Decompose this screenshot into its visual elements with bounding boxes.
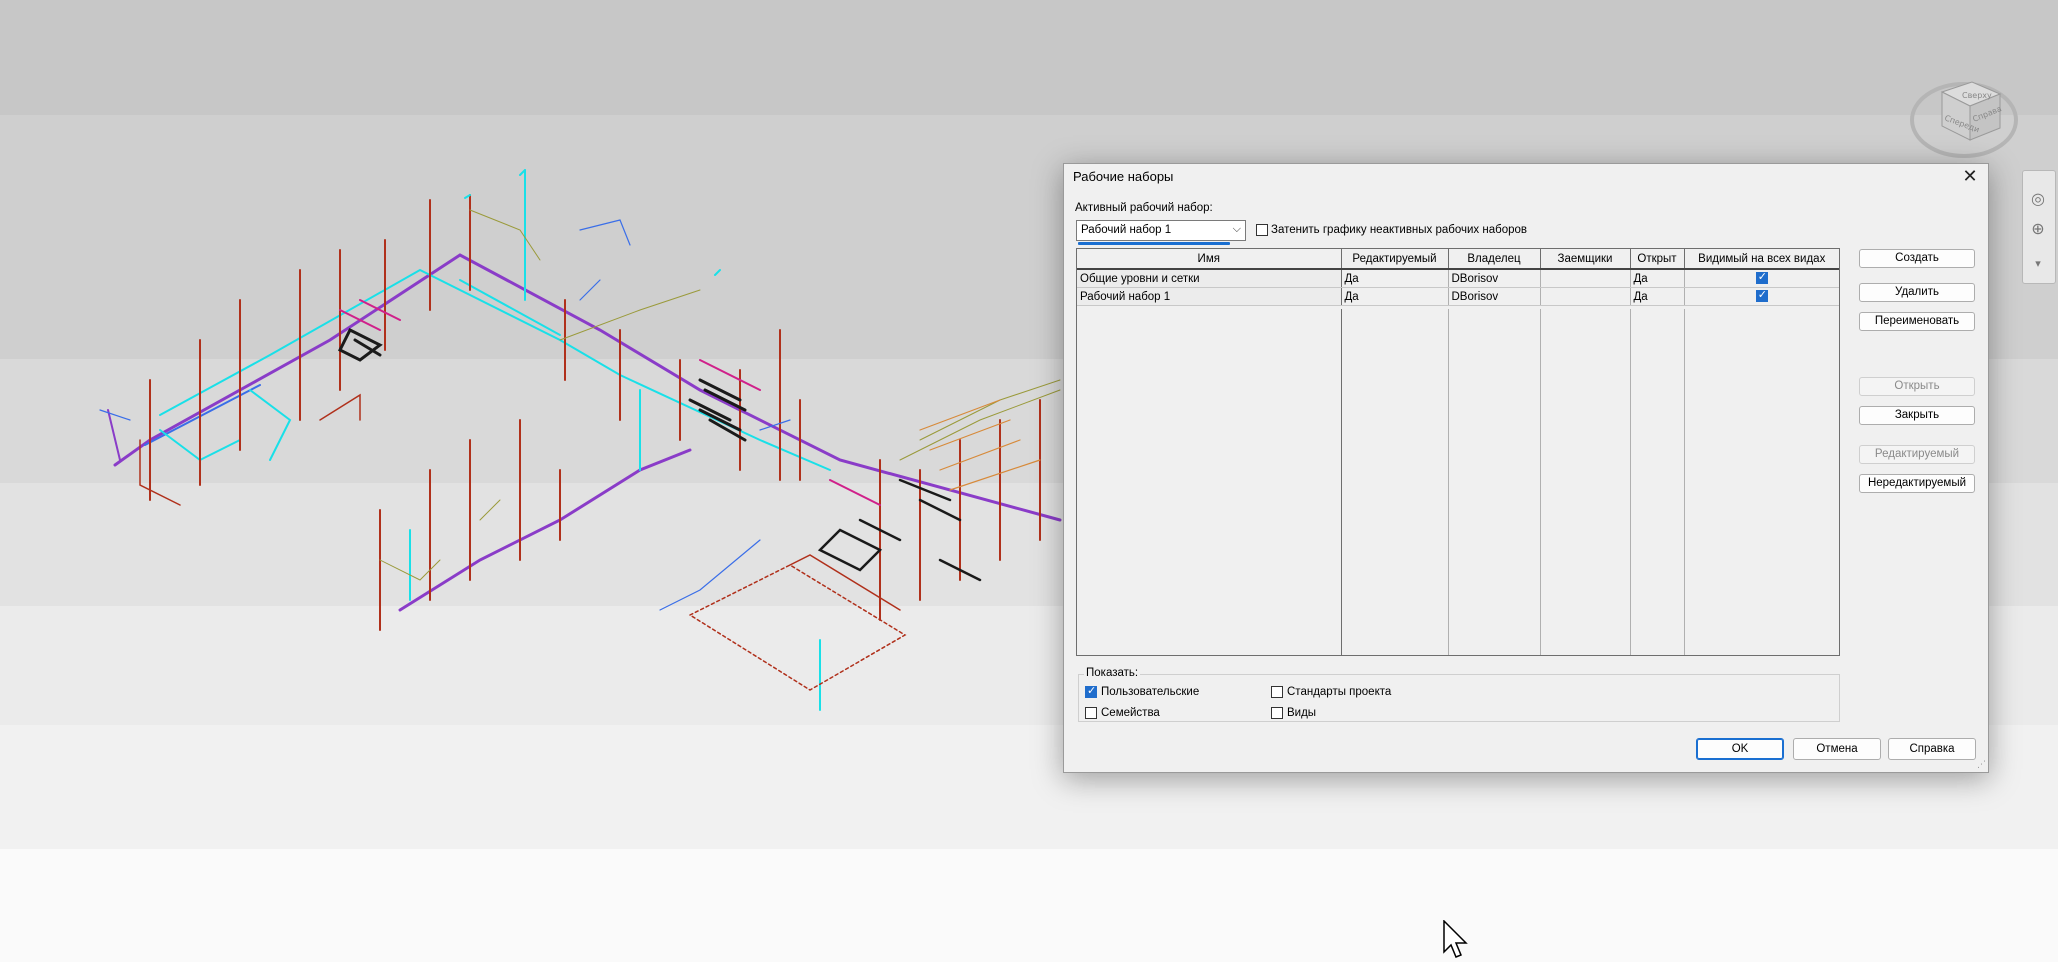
navigation-bar[interactable]: ◎ ⊕ ▾ [2022, 170, 2056, 284]
row-owner-cell: DBorisov [1448, 269, 1541, 288]
row-editable-cell[interactable]: Да [1341, 269, 1449, 288]
show-user-checkbox[interactable] [1085, 684, 1097, 698]
row-borrowers-cell [1540, 269, 1631, 288]
shade-inactive-label: Затенить графику неактивных рабочих набо… [1271, 224, 1528, 236]
column-header-name[interactable]: Имя [1077, 249, 1342, 270]
shade-inactive-option[interactable]: Затенить графику неактивных рабочих набо… [1256, 224, 1527, 236]
show-views-checkbox[interactable] [1271, 707, 1283, 719]
zoom-icon[interactable]: ⊕ [2029, 221, 2047, 239]
model-3d-view[interactable] [0, 0, 1070, 740]
viewcube-top-label[interactable]: Сверху [1962, 91, 1992, 100]
chevron-down-icon[interactable]: ⌵ [1233, 223, 1241, 236]
noneditable-button[interactable]: Нередактируемый [1859, 474, 1975, 493]
row-owner-cell: DBorisov [1448, 287, 1541, 306]
column-header-open[interactable]: Открыт [1630, 249, 1685, 270]
show-user-label: Пользовательские [1101, 686, 1200, 698]
mouse-cursor-icon [1443, 920, 1468, 958]
dialog-title: Рабочие наборы [1073, 169, 1174, 184]
row-open-cell[interactable]: Да [1630, 269, 1685, 288]
worksets-dialog: Рабочие наборы ✕ Активный рабочий набор:… [1063, 163, 1989, 773]
row-borrowers-cell [1540, 287, 1631, 306]
show-standards-label: Стандарты проекта [1287, 686, 1392, 698]
focus-underline [1078, 242, 1230, 245]
show-user-option[interactable]: Пользовательские [1085, 684, 1200, 698]
delete-button[interactable]: Удалить [1859, 283, 1975, 302]
editable-button[interactable]: Редактируемый [1859, 445, 1975, 464]
active-workset-label: Активный рабочий набор: [1075, 202, 1213, 214]
ok-button[interactable]: OK [1696, 738, 1784, 760]
column-divider [1630, 309, 1685, 655]
show-group-title: Показать: [1084, 667, 1141, 679]
column-header-owner[interactable]: Владелец [1448, 249, 1541, 270]
cancel-button[interactable]: Отмена [1793, 738, 1881, 760]
column-divider [1448, 309, 1541, 655]
row-visible-cell[interactable] [1684, 269, 1839, 288]
visible-checkbox[interactable] [1755, 288, 1768, 303]
active-workset-select[interactable]: Рабочий набор 1 ⌵ [1076, 220, 1246, 245]
table-header-row: Имя Редактируемый Владелец Заемщики Откр… [1077, 249, 1839, 270]
steering-wheel-icon[interactable]: ◎ [2029, 191, 2047, 209]
chevron-down-icon[interactable]: ▾ [2029, 255, 2047, 273]
show-standards-checkbox[interactable] [1271, 686, 1283, 698]
resize-grip-icon[interactable]: ⋰ [1977, 759, 1986, 770]
worksets-table[interactable]: Имя Редактируемый Владелец Заемщики Откр… [1076, 248, 1840, 656]
rename-button[interactable]: Переименовать [1859, 312, 1975, 331]
view-cube[interactable]: Сверху Спереди Справа [1902, 52, 2022, 162]
row-name-cell[interactable]: Общие уровни и сетки [1077, 269, 1342, 288]
row-name-cell[interactable]: Рабочий набор 1 [1077, 287, 1342, 306]
help-button[interactable]: Справка [1888, 738, 1976, 760]
open-button[interactable]: Открыть [1859, 377, 1975, 396]
viewport-band [0, 849, 2058, 962]
show-views-option[interactable]: Виды [1271, 707, 1316, 719]
column-divider [1341, 309, 1449, 655]
close-workset-button[interactable]: Закрыть [1859, 406, 1975, 425]
table-row[interactable]: Рабочий набор 1 Да DBorisov Да [1077, 287, 1839, 306]
show-families-checkbox[interactable] [1085, 707, 1097, 719]
table-row[interactable]: Общие уровни и сетки Да DBorisov Да [1077, 269, 1839, 288]
visible-checkbox[interactable] [1755, 270, 1768, 285]
shade-inactive-checkbox[interactable] [1256, 224, 1268, 236]
column-header-borrowers[interactable]: Заемщики [1540, 249, 1631, 270]
show-families-label: Семейства [1101, 707, 1160, 719]
row-open-cell[interactable]: Да [1630, 287, 1685, 306]
column-divider [1540, 309, 1631, 655]
close-icon[interactable]: ✕ [1960, 166, 1980, 187]
row-visible-cell[interactable] [1684, 287, 1839, 306]
show-views-label: Виды [1287, 707, 1317, 719]
show-families-option[interactable]: Семейства [1085, 707, 1160, 719]
column-divider [1077, 309, 1342, 655]
show-standards-option[interactable]: Стандарты проекта [1271, 686, 1391, 698]
active-workset-value: Рабочий набор 1 [1081, 224, 1172, 236]
column-header-editable[interactable]: Редактируемый [1341, 249, 1449, 270]
row-editable-cell[interactable]: Да [1341, 287, 1449, 306]
column-header-visible[interactable]: Видимый на всех видах [1684, 249, 1839, 270]
create-button[interactable]: Создать [1859, 249, 1975, 268]
